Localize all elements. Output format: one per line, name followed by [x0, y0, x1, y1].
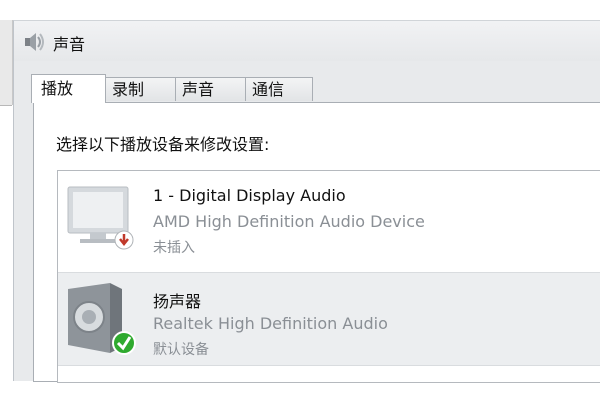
device-status: 未插入 — [153, 240, 195, 256]
device-list[interactable]: 1 - Digital Display Audio AMD High Defin… — [57, 170, 600, 383]
sound-dialog: 声音 播放 录制 声音 通信 选择以下播放设备来修改设置: 1 - Digita… — [13, 20, 600, 383]
device-digital-display-audio[interactable]: 1 - Digital Display Audio AMD High Defin… — [58, 171, 600, 263]
device-description: Realtek High Definition Audio — [153, 314, 388, 333]
screenshot-canvas: 声音 播放 录制 声音 通信 选择以下播放设备来修改设置: 1 - Digita… — [0, 0, 600, 400]
speaker-icon — [25, 33, 44, 51]
speaker-device-icon — [68, 283, 136, 355]
playback-prompt: 选择以下播放设备来修改设置: — [56, 135, 270, 154]
device-status: 默认设备 — [153, 342, 209, 358]
tab-communications[interactable]: 通信 — [245, 77, 313, 101]
background-window-divider — [0, 105, 12, 106]
device-name: 扬声器 — [153, 292, 202, 311]
device-name: 1 - Digital Display Audio — [153, 186, 346, 205]
window-title: 声音 — [53, 35, 86, 54]
tab-sounds[interactable]: 声音 — [175, 77, 246, 101]
device-speakers[interactable]: 扬声器 Realtek High Definition Audio 默认设备 — [58, 272, 600, 366]
default-check-icon — [112, 331, 136, 355]
device-description: AMD High Definition Audio Device — [153, 212, 425, 231]
title-bar[interactable]: 声音 — [14, 21, 600, 61]
monitor-icon — [67, 186, 134, 250]
unplugged-arrow-icon — [114, 230, 134, 250]
tab-recording[interactable]: 录制 — [105, 77, 176, 101]
playback-panel: 选择以下播放设备来修改设置: 1 - Digital Display Audio… — [33, 102, 600, 383]
background-window-edge — [0, 20, 13, 105]
tab-playback[interactable]: 播放 — [31, 74, 106, 103]
